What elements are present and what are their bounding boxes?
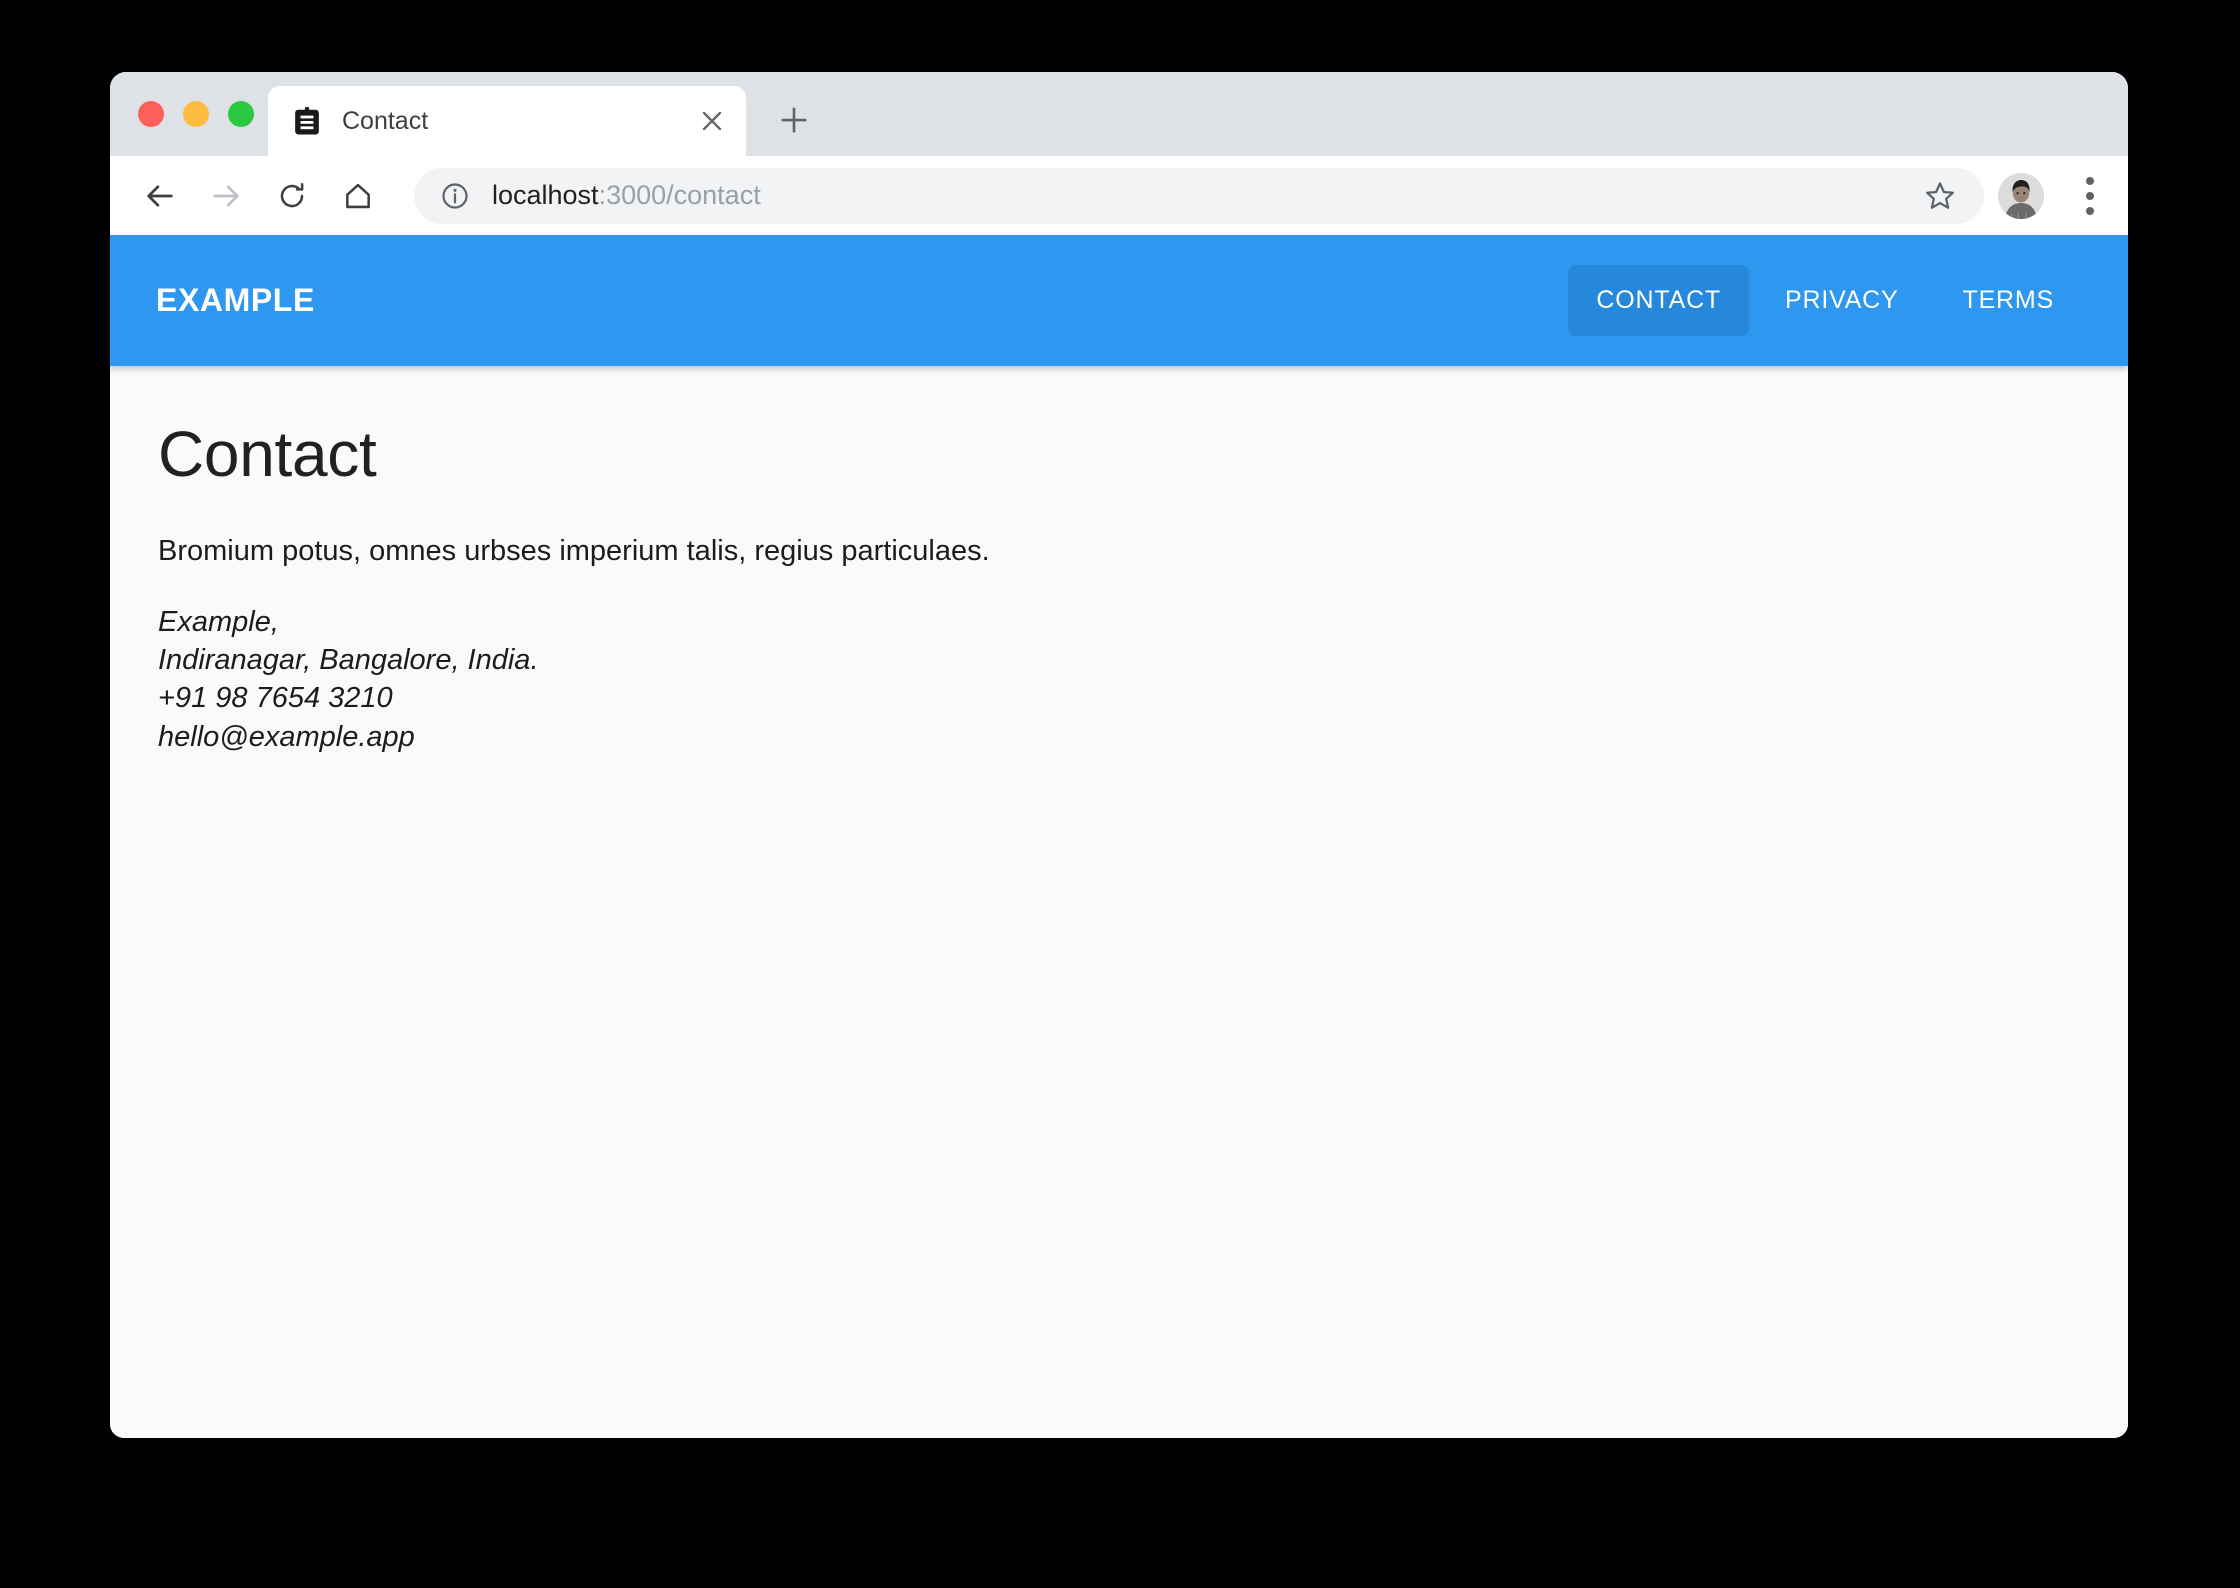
url-path: :3000/contact [598,180,761,210]
clipboard-icon [295,107,319,135]
reload-icon [280,182,304,207]
contact-address-block: Example, Indiranagar, Bangalore, India. … [158,603,2080,756]
browser-menu-button[interactable] [2070,168,2110,224]
page-title: Contact [158,418,377,490]
address-bar-url: localhost:3000/contact [492,180,1918,211]
user-avatar [1998,172,2044,219]
window-traffic-lights [138,72,254,156]
address-bar[interactable]: localhost:3000/contact [414,167,1984,224]
forward-button[interactable] [198,168,254,224]
close-icon [702,111,722,131]
plus-icon [781,107,807,133]
address-line-company: Example, [158,605,279,638]
page-viewport: EXAMPLE CONTACT PRIVACY TERMS Contact Br… [110,235,2128,1438]
address-line-location: Indiranagar, Bangalore, India. [158,644,539,676]
new-tab-button[interactable] [770,96,818,144]
home-button[interactable] [330,168,386,224]
arrow-left-icon [147,184,173,207]
profile-avatar[interactable] [1998,172,2044,219]
home-icon [346,183,370,208]
nav-link-terms[interactable]: TERMS [1935,265,2083,336]
tab-close-button[interactable] [690,99,734,143]
info-circle-icon[interactable] [440,181,470,211]
back-button[interactable] [132,168,188,224]
arrow-right-icon [213,184,239,207]
site-brand[interactable]: EXAMPLE [156,282,315,319]
browser-tab-title: Contact [342,106,429,135]
address-line-email: hello@example.app [158,720,415,753]
window-maximize-button[interactable] [228,101,254,127]
tab-strip: Contact [110,72,2128,156]
address-line-phone: +91 98 7654 3210 [158,682,393,715]
menu-dot [2086,191,2094,200]
url-host: localhost [492,180,599,210]
window-close-button[interactable] [138,101,164,127]
window-minimize-button[interactable] [183,101,209,127]
browser-window: Contact localhost:3000/contact EXAMPLE C… [110,72,2128,1438]
three-dots-vertical-icon [2086,176,2094,185]
bookmark-button[interactable] [1918,174,1962,218]
browser-toolbar: localhost:3000/contact [110,156,2128,235]
reload-button[interactable] [264,168,320,224]
site-navbar: EXAMPLE CONTACT PRIVACY TERMS [110,235,2128,366]
page-content: Contact Bromium potus, omnes urbses impe… [110,366,2128,756]
nav-link-contact[interactable]: CONTACT [1568,265,1749,336]
menu-dot [2086,206,2094,215]
site-nav-links: CONTACT PRIVACY TERMS [1568,265,2082,336]
browser-tab-contact[interactable]: Contact [268,86,746,156]
page-intro-paragraph: Bromium potus, omnes urbses imperium tal… [158,534,990,567]
nav-link-privacy[interactable]: PRIVACY [1757,265,1927,336]
star-icon [1926,181,1954,209]
